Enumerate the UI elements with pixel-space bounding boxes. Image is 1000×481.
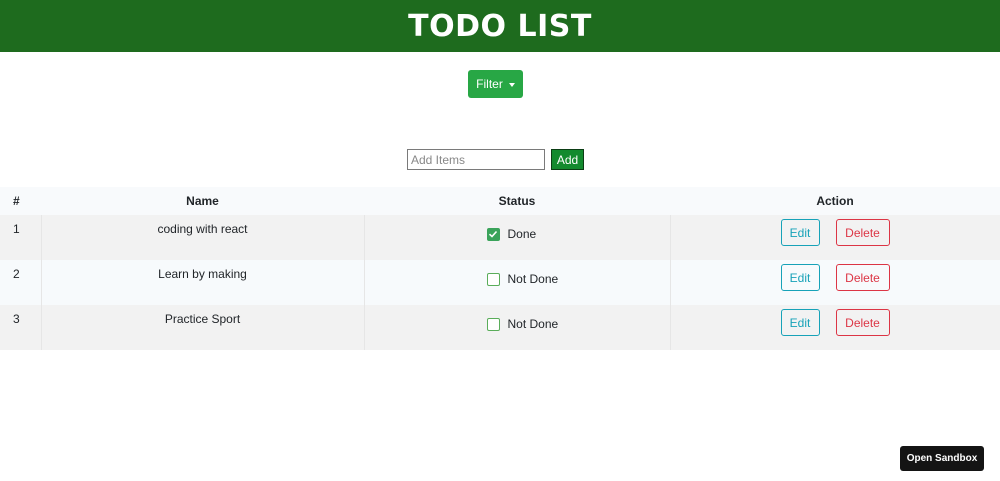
column-header-action: Action bbox=[670, 187, 1000, 215]
column-header-name: Name bbox=[41, 187, 364, 215]
row-name: Learn by making bbox=[40, 260, 364, 305]
add-button[interactable]: Add bbox=[551, 149, 584, 170]
row-index: 2 bbox=[13, 267, 20, 281]
add-items-input[interactable] bbox=[407, 149, 545, 170]
status-label: Not Done bbox=[507, 272, 559, 286]
caret-down-icon bbox=[508, 82, 515, 87]
open-sandbox-button[interactable]: Open Sandbox bbox=[900, 446, 984, 471]
status-toggle[interactable]: Done bbox=[486, 227, 670, 241]
status-label: Done bbox=[507, 227, 537, 241]
checkbox-unchecked-icon[interactable] bbox=[486, 272, 500, 286]
row-name: Practice Sport bbox=[40, 305, 364, 350]
table-header-row: # Name Status Action bbox=[0, 187, 1000, 215]
table-row: 1 coding with react Done Edit Delete bbox=[0, 215, 1000, 260]
checkbox-unchecked-icon[interactable] bbox=[486, 317, 500, 331]
row-index: 3 bbox=[13, 312, 20, 326]
page-title: TODO LIST bbox=[408, 8, 592, 44]
column-header-index: # bbox=[0, 187, 41, 215]
row-index: 1 bbox=[13, 222, 20, 236]
edit-button[interactable]: Edit bbox=[780, 309, 820, 336]
status-toggle[interactable]: Not Done bbox=[486, 317, 670, 331]
status-label: Not Done bbox=[507, 317, 559, 331]
table-row: 3 Practice Sport Not Done Edit Delete bbox=[0, 305, 1000, 350]
table-row: 2 Learn by making Not Done Edit Delete bbox=[0, 260, 1000, 305]
edit-button[interactable]: Edit bbox=[780, 264, 820, 291]
checkbox-checked-icon[interactable] bbox=[486, 227, 500, 241]
app-header: TODO LIST bbox=[0, 0, 1000, 52]
column-header-status: Status bbox=[364, 187, 670, 215]
edit-button[interactable]: Edit bbox=[780, 219, 820, 246]
todo-table: # Name Status Action 1 coding with react… bbox=[0, 187, 1000, 350]
delete-button[interactable]: Delete bbox=[835, 309, 890, 336]
delete-button[interactable]: Delete bbox=[835, 264, 890, 291]
filter-label: Filter bbox=[476, 77, 503, 91]
status-toggle[interactable]: Not Done bbox=[486, 272, 670, 286]
row-name: coding with react bbox=[40, 215, 364, 260]
delete-button[interactable]: Delete bbox=[835, 219, 890, 246]
filter-dropdown-button[interactable]: Filter bbox=[468, 70, 523, 98]
